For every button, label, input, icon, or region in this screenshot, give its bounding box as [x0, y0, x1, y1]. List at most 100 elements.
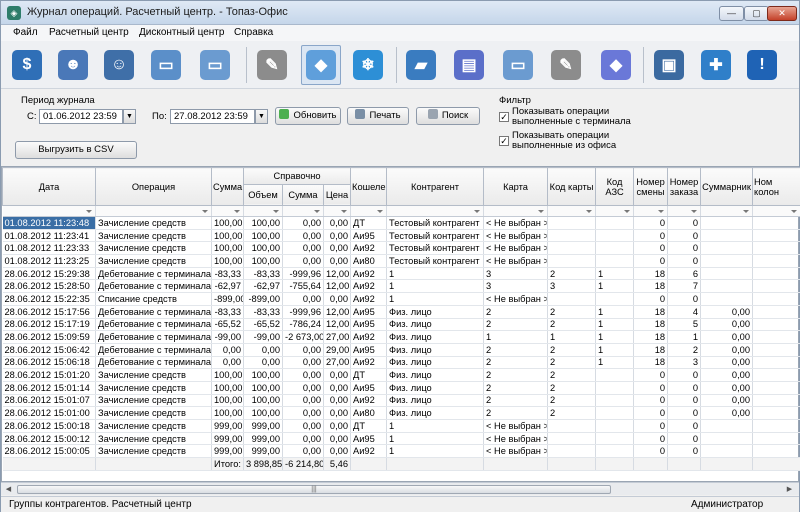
table-row[interactable]: 28.06.2012 15:09:59 Дебетование с термина… — [2, 330, 800, 344]
table-row[interactable]: 28.06.2012 15:29:38 Дебетование с термина… — [2, 267, 800, 281]
column-filter-cell[interactable] — [95, 205, 212, 217]
table-row[interactable]: 28.06.2012 15:00:18 Зачисление средств 999… — [2, 419, 800, 433]
col-price[interactable]: Цена — [322, 183, 352, 207]
table-row[interactable]: 01.08.2012 11:23:25 Зачисление средств 100… — [2, 254, 800, 268]
col-operation[interactable]: Операция — [95, 167, 212, 206]
refresh-button[interactable]: Обновить — [275, 107, 341, 125]
menu-discount-center[interactable]: Дисконтный центр — [139, 27, 224, 38]
scroll-left-icon[interactable]: ◀ — [2, 484, 15, 495]
column-filter-cell[interactable] — [595, 205, 635, 217]
card-blue-icon: ◆ — [601, 50, 631, 80]
card-stack-2-button[interactable]: ▤ — [449, 45, 489, 85]
notepad-button[interactable]: ✎ — [546, 45, 586, 85]
col-date[interactable]: Дата — [2, 167, 96, 206]
col-sum[interactable]: Сумма — [211, 167, 244, 206]
table-cell: 2 — [483, 368, 549, 382]
office-ops-checkbox[interactable]: ✓ — [499, 136, 509, 146]
maximize-button[interactable]: ▢ — [744, 6, 769, 21]
export-csv-button[interactable]: Выгрузить в CSV — [15, 141, 137, 159]
table-row[interactable]: 01.08.2012 11:23:41 Зачисление средств 100… — [2, 229, 800, 243]
table-row[interactable]: 01.08.2012 11:23:33 Зачисление средств 100… — [2, 241, 800, 256]
column-filter-cell[interactable] — [2, 205, 96, 217]
scroll-right-icon[interactable]: ▶ — [783, 484, 796, 495]
table-cell: 100,00 — [243, 241, 283, 256]
column-filter-cell[interactable] — [752, 205, 800, 217]
close-button[interactable]: ✕ — [767, 6, 797, 21]
card-transfer-button[interactable]: ▰ — [401, 45, 441, 85]
col-totalizer[interactable]: Суммарник — [700, 167, 754, 206]
table-row[interactable]: 28.06.2012 15:01:14 Зачисление средств 100… — [2, 381, 800, 395]
table-cell — [595, 254, 635, 268]
table-row[interactable]: 28.06.2012 15:17:19 Дебетование с термина… — [2, 318, 800, 332]
table-cell: -65,52 — [243, 318, 283, 332]
column-filter-cell[interactable] — [667, 205, 702, 217]
search-button[interactable]: Поиск — [416, 107, 480, 125]
table-row[interactable]: 28.06.2012 15:17:56 Дебетование с термина… — [2, 305, 800, 319]
notepad-edit-button[interactable]: ✎ — [252, 45, 292, 85]
column-filter-cell[interactable] — [211, 205, 244, 217]
table-row[interactable]: 28.06.2012 15:01:07 Зачисление средств 100… — [2, 394, 800, 408]
table-cell: Зачисление средств — [95, 229, 212, 243]
journal-button[interactable]: ◆ — [301, 45, 341, 85]
table-row[interactable]: 28.06.2012 15:22:35 Списание средств -899,… — [2, 292, 800, 306]
col-card-code[interactable]: Код карты — [547, 167, 597, 206]
from-date-field[interactable]: 01.06.2012 23:59 — [39, 109, 123, 124]
cards-button[interactable]: ▭ — [195, 45, 235, 85]
terminal-ops-checkbox[interactable]: ✓ — [499, 112, 509, 122]
puzzle-button[interactable]: ✚ — [696, 45, 736, 85]
table-cell: 0,00 — [282, 419, 324, 433]
col-nozzle-number[interactable]: Ном колон — [752, 167, 800, 206]
cards-2-button[interactable]: ▭ — [498, 45, 538, 85]
table-cell: 100,00 — [211, 254, 244, 268]
menu-help[interactable]: Справка — [234, 27, 273, 38]
table-row[interactable]: 28.06.2012 15:06:18 Дебетование с термина… — [2, 356, 800, 370]
table-cell: 0,00 — [323, 444, 352, 459]
table-cell: Физ. лицо — [386, 318, 485, 332]
column-filter-cell[interactable] — [282, 205, 324, 217]
menu-file[interactable]: Файл — [13, 27, 38, 38]
col-wallet[interactable]: Кошелек — [350, 167, 388, 206]
col-shift-number[interactable]: Номер смены — [633, 167, 669, 206]
horizontal-scrollbar[interactable]: ◀ ||| ▶ — [1, 482, 799, 495]
column-filter-cell[interactable] — [386, 205, 485, 217]
column-filter-cell[interactable] — [547, 205, 597, 217]
users-pair-button[interactable]: ☺ — [99, 45, 139, 85]
col-card[interactable]: Карта — [483, 167, 549, 206]
col-station-code[interactable]: Код АЗС — [595, 167, 635, 206]
money-bag-button[interactable]: $ — [7, 45, 47, 85]
col-contractor[interactable]: Контрагент — [386, 167, 485, 206]
table-row[interactable]: 28.06.2012 15:01:20 Зачисление средств 100… — [2, 368, 800, 382]
from-date-dropdown[interactable]: ▼ — [123, 109, 136, 124]
table-cell: 28.06.2012 15:06:18 — [2, 356, 96, 370]
column-filter-cell[interactable] — [633, 205, 669, 217]
column-filter-cell[interactable] — [323, 205, 352, 217]
table-row[interactable]: 28.06.2012 15:28:50 Дебетование с термина… — [2, 279, 800, 294]
snowflake-button[interactable]: ❄ — [348, 45, 388, 85]
users-group-button[interactable]: ☻ — [53, 45, 93, 85]
column-filter-cell[interactable] — [483, 205, 549, 217]
table-row[interactable]: 28.06.2012 15:00:05 Зачисление средств 999… — [2, 444, 800, 459]
table-cell: Физ. лицо — [386, 330, 485, 344]
minimize-button[interactable]: — — [719, 6, 744, 21]
col-order-number[interactable]: Номер заказа — [667, 167, 702, 206]
table-cell: 0 — [633, 432, 669, 446]
col-ref-sum[interactable]: Сумма — [282, 183, 324, 207]
table-row[interactable]: 28.06.2012 15:06:42 Дебетование с термина… — [2, 343, 800, 357]
table-row[interactable]: 28.06.2012 15:00:12 Зачисление средств 999… — [2, 432, 800, 446]
book-button[interactable]: ▣ — [649, 45, 689, 85]
print-button[interactable]: Печать — [347, 107, 409, 125]
column-filter-cell[interactable] — [350, 205, 388, 217]
to-date-dropdown[interactable]: ▼ — [255, 109, 268, 124]
exclamation-button[interactable]: ! — [742, 45, 782, 85]
card-stack-button[interactable]: ▭ — [146, 45, 186, 85]
to-date-field[interactable]: 27.08.2012 23:59 — [170, 109, 255, 124]
column-filter-cell[interactable] — [243, 205, 283, 217]
col-volume[interactable]: Объем — [243, 183, 283, 207]
table-row[interactable]: 01.08.2012 11:23:48 Зачисление средств 100… — [2, 216, 800, 230]
table-cell — [700, 419, 754, 433]
card-blue-button[interactable]: ◆ — [596, 45, 636, 85]
menu-settlement-center[interactable]: Расчетный центр — [49, 27, 129, 38]
column-filter-cell[interactable] — [700, 205, 754, 217]
table-row[interactable]: 28.06.2012 15:01:00 Зачисление средств 100… — [2, 406, 800, 420]
scroll-thumb[interactable]: ||| — [17, 485, 611, 494]
